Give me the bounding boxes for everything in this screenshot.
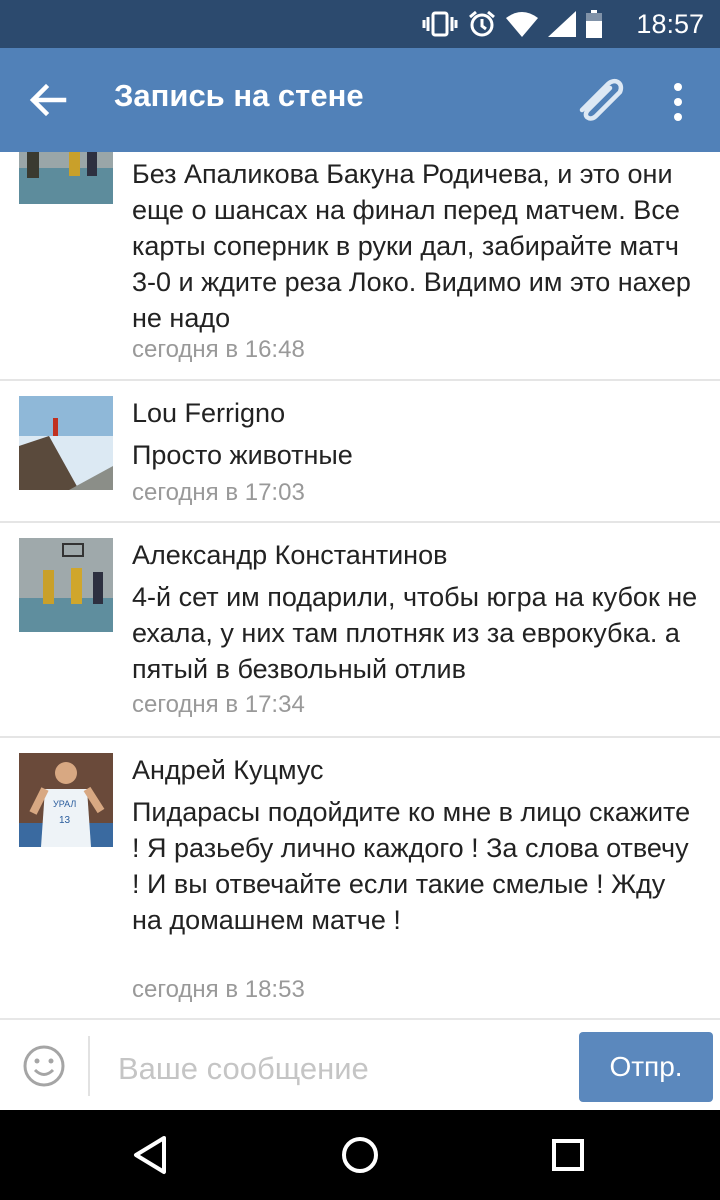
alarm-icon: [469, 10, 495, 37]
gym-photo: [19, 538, 113, 632]
more-vert-icon[interactable]: [662, 80, 694, 124]
comment-author[interactable]: Александр Константинов: [132, 540, 447, 571]
nav-home-icon[interactable]: [334, 1132, 386, 1178]
comment-item: УРАЛ 13 Андрей Куцмус Пидарасы подойдите…: [0, 738, 720, 1018]
gym-photo: [19, 152, 113, 204]
system-nav-bar: [0, 1110, 720, 1200]
status-icons: [422, 10, 602, 38]
battery-icon: [586, 10, 602, 38]
wifi-icon: [506, 12, 538, 37]
page-title: Запись на стене: [114, 78, 364, 113]
avatar[interactable]: [19, 396, 113, 490]
comment-text: Без Апаликова Бакуна Родичева, и это они…: [132, 159, 691, 333]
comment-item: Lou Ferrigno Просто животные сегодня в 1…: [0, 381, 720, 523]
jersey-team-text: УРАЛ: [53, 799, 76, 809]
mountain-photo: [19, 396, 113, 490]
avatar[interactable]: [19, 538, 113, 632]
app-bar: Запись на стене: [0, 48, 720, 152]
status-bar: 18:57: [0, 0, 720, 48]
nav-recent-apps-icon[interactable]: [544, 1132, 590, 1178]
player-photo: УРАЛ 13: [19, 753, 113, 847]
message-composer: Отпр.: [0, 1018, 720, 1112]
comment-time: сегодня в 18:53: [132, 976, 305, 1003]
comments-list[interactable]: Без Апаликова Бакуна Родичева, и это они…: [0, 152, 720, 1018]
message-input[interactable]: [116, 1046, 550, 1092]
avatar[interactable]: УРАЛ 13: [19, 753, 113, 847]
comment-time: сегодня в 17:03: [132, 479, 305, 506]
comment-item: Александр Константинов 4-й сет им подари…: [0, 523, 720, 738]
comment-text: Просто животные: [132, 440, 353, 470]
send-button[interactable]: Отпр.: [579, 1032, 713, 1102]
signal-icon: [548, 11, 576, 37]
avatar[interactable]: [19, 152, 113, 204]
comment-time: сегодня в 17:34: [132, 691, 305, 718]
comment-author[interactable]: Lou Ferrigno: [132, 398, 285, 429]
back-arrow-icon[interactable]: [24, 76, 72, 124]
comment-text: 4-й сет им подарили, чтобы югра на кубок…: [132, 582, 698, 684]
composer-divider: [88, 1036, 90, 1096]
smile-icon[interactable]: [22, 1044, 66, 1088]
paperclip-icon[interactable]: [568, 72, 632, 128]
vibrate-icon: [422, 11, 458, 37]
status-time: 18:57: [636, 9, 704, 39]
nav-back-icon[interactable]: [128, 1132, 174, 1178]
comment-item: Без Апаликова Бакуна Родичева, и это они…: [0, 152, 720, 381]
comment-text: Пидарасы подойдите ко мне в лицо скажите…: [132, 797, 691, 935]
comment-author[interactable]: Андрей Куцмус: [132, 755, 324, 786]
jersey-number-text: 13: [59, 815, 71, 826]
comment-time: сегодня в 16:48: [132, 336, 305, 363]
